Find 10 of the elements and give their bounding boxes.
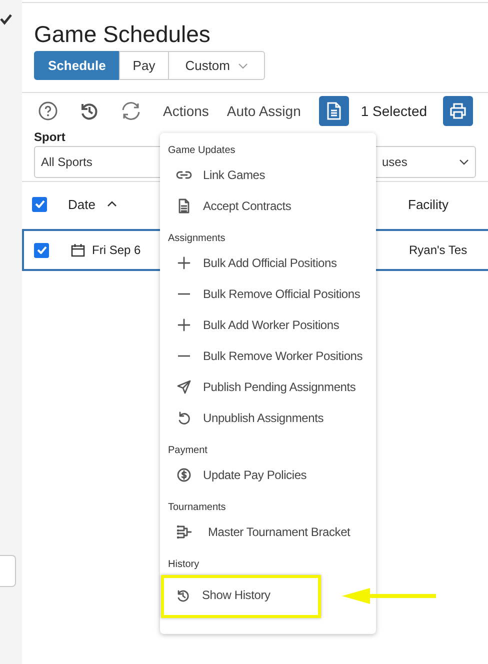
menu-section-title: Tournaments (167, 501, 227, 515)
menu-section-title: Assignments (167, 232, 226, 246)
page-title: Game Schedules (34, 20, 212, 48)
table-cell: Fri Sep 6 (92, 243, 141, 257)
menu-section-title: Game Updates (167, 144, 236, 158)
menu-section-title: Payment (167, 444, 208, 458)
filter-label: Sport (34, 131, 66, 143)
selected-count: 1 Selected (360, 103, 428, 119)
menu-section-title: History (167, 558, 200, 572)
table-cell: Ryan's Tes (409, 243, 468, 257)
